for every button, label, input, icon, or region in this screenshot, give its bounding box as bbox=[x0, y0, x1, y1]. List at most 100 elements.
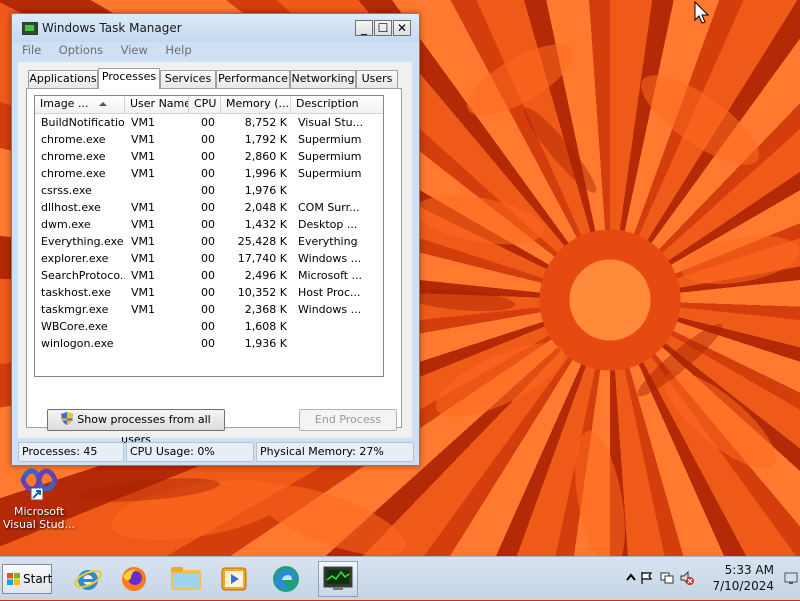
show-hidden-icons-icon[interactable] bbox=[624, 571, 638, 585]
tab-performance[interactable]: Performance bbox=[216, 70, 290, 88]
column-cpu[interactable]: CPU bbox=[189, 96, 221, 113]
table-row[interactable]: SearchProtoco... VM1 00 2,496 K Microsoft ..… bbox=[35, 267, 383, 284]
process-image-name: BuildNotificatio... bbox=[41, 116, 125, 129]
process-memory: 2,860 K bbox=[244, 150, 287, 163]
process-memory: 1,432 K bbox=[244, 218, 287, 231]
task-manager-window[interactable]: Windows Task Manager _ ☐ ✕ File Options … bbox=[11, 13, 420, 466]
sort-up-icon bbox=[99, 102, 107, 106]
table-row[interactable]: chrome.exe VM1 00 1,996 K Supermium bbox=[35, 165, 383, 182]
action-center-flag-icon[interactable] bbox=[640, 571, 654, 585]
list-header: Image ... User Name CPU Memory (... Desc… bbox=[35, 96, 383, 114]
table-row[interactable]: BuildNotificatio... VM1 00 8,752 K Visual St… bbox=[35, 114, 383, 131]
process-memory: 1,936 K bbox=[244, 337, 287, 350]
menu-help[interactable]: Help bbox=[165, 43, 191, 57]
tab-networking[interactable]: Networking bbox=[290, 70, 356, 88]
uac-shield-icon bbox=[61, 412, 74, 425]
process-memory: 25,428 K bbox=[237, 235, 287, 248]
column-memory[interactable]: Memory (... bbox=[221, 96, 291, 113]
process-user-name: VM1 bbox=[131, 218, 156, 231]
process-description: Supermium bbox=[298, 167, 362, 180]
process-image-name: chrome.exe bbox=[41, 133, 106, 146]
task-manager-icon bbox=[22, 22, 38, 35]
process-memory: 2,368 K bbox=[244, 303, 287, 316]
clock[interactable]: 5:33 AM 7/10/2024 bbox=[712, 562, 774, 594]
table-row[interactable]: taskhost.exe VM1 00 10,352 K Host Proc... bbox=[35, 284, 383, 301]
process-image-name: dwm.exe bbox=[41, 218, 91, 231]
taskbar-media-player[interactable] bbox=[216, 561, 252, 597]
tab-services[interactable]: Services bbox=[160, 70, 216, 88]
column-user-name[interactable]: User Name bbox=[125, 96, 189, 113]
process-image-name: explorer.exe bbox=[41, 252, 109, 265]
minimize-button[interactable]: _ bbox=[355, 20, 373, 36]
process-cpu: 00 bbox=[201, 320, 215, 333]
process-description: Everything bbox=[298, 235, 358, 248]
table-row[interactable]: csrss.exe 00 1,976 K bbox=[35, 182, 383, 199]
table-row[interactable]: dwm.exe VM1 00 1,432 K Desktop ... bbox=[35, 216, 383, 233]
process-cpu: 00 bbox=[201, 269, 215, 282]
menu-options[interactable]: Options bbox=[59, 43, 103, 57]
process-description: Desktop ... bbox=[298, 218, 358, 231]
end-process-button[interactable]: End Process bbox=[299, 409, 397, 431]
process-user-name: VM1 bbox=[131, 235, 156, 248]
process-cpu: 00 bbox=[201, 133, 215, 146]
tab-users[interactable]: Users bbox=[356, 70, 398, 88]
status-cpu-usage: CPU Usage: 0% bbox=[126, 442, 254, 462]
table-row[interactable]: chrome.exe VM1 00 2,860 K Supermium bbox=[35, 148, 383, 165]
process-cpu: 00 bbox=[201, 201, 215, 214]
process-image-name: chrome.exe bbox=[41, 167, 106, 180]
process-user-name: VM1 bbox=[131, 201, 156, 214]
menu-file[interactable]: File bbox=[22, 43, 41, 57]
clock-date: 7/10/2024 bbox=[712, 579, 774, 593]
menu-bar: File Options View Help bbox=[22, 43, 206, 61]
maximize-button[interactable]: ☐ bbox=[374, 20, 392, 36]
process-description: Microsoft ... bbox=[298, 269, 363, 282]
windows-logo-icon bbox=[7, 573, 20, 585]
process-memory: 2,496 K bbox=[244, 269, 287, 282]
menu-view[interactable]: View bbox=[121, 43, 148, 57]
network-icon[interactable] bbox=[660, 571, 674, 585]
process-image-name: SearchProtoco... bbox=[41, 269, 125, 282]
process-list[interactable]: Image ... User Name CPU Memory (... Desc… bbox=[34, 95, 384, 377]
process-user-name: VM1 bbox=[131, 167, 156, 180]
process-cpu: 00 bbox=[201, 218, 215, 231]
file-explorer-icon bbox=[171, 567, 201, 590]
show-desktop-icon[interactable] bbox=[784, 571, 798, 585]
process-cpu: 00 bbox=[201, 337, 215, 350]
tab-processes[interactable]: Processes bbox=[98, 68, 160, 89]
media-player-icon bbox=[221, 567, 247, 591]
window-titlebar[interactable]: Windows Task Manager _ ☐ ✕ bbox=[12, 14, 419, 42]
table-row[interactable]: WBCore.exe 00 1,608 K bbox=[35, 318, 383, 335]
start-button[interactable]: Start bbox=[2, 564, 52, 594]
close-button[interactable]: ✕ bbox=[393, 20, 411, 36]
table-row[interactable]: taskmgr.exe VM1 00 2,368 K Windows ... bbox=[35, 301, 383, 318]
process-image-name: taskmgr.exe bbox=[41, 303, 109, 316]
process-memory: 1,996 K bbox=[244, 167, 287, 180]
status-bar: Processes: 45 CPU Usage: 0% Physical Mem… bbox=[18, 442, 414, 462]
table-row[interactable]: explorer.exe VM1 00 17,740 K Windows ... bbox=[35, 250, 383, 267]
column-description[interactable]: Description bbox=[291, 96, 383, 113]
taskbar-task-manager[interactable] bbox=[318, 561, 358, 597]
process-memory: 17,740 K bbox=[237, 252, 287, 265]
taskbar-firefox[interactable] bbox=[116, 561, 152, 597]
column-image-name[interactable]: Image ... bbox=[35, 96, 125, 113]
table-row[interactable]: winlogon.exe 00 1,936 K bbox=[35, 335, 383, 352]
desktop-icon-visual-studio[interactable]: Microsoft Visual Stud... bbox=[2, 466, 76, 531]
table-row[interactable]: chrome.exe VM1 00 1,792 K Supermium bbox=[35, 131, 383, 148]
show-all-processes-button[interactable]: Show processes from all users bbox=[47, 409, 225, 446]
volume-muted-icon[interactable] bbox=[680, 571, 694, 585]
process-image-name: Everything.exe bbox=[41, 235, 124, 248]
process-memory: 1,976 K bbox=[244, 184, 287, 197]
table-row[interactable]: dllhost.exe VM1 00 2,048 K COM Surr... bbox=[35, 199, 383, 216]
taskbar-internet-explorer[interactable] bbox=[70, 561, 106, 597]
taskbar-edge[interactable] bbox=[268, 561, 304, 597]
process-user-name: VM1 bbox=[131, 269, 156, 282]
process-image-name: winlogon.exe bbox=[41, 337, 114, 350]
taskbar-file-explorer[interactable] bbox=[168, 561, 204, 597]
process-image-name: WBCore.exe bbox=[41, 320, 108, 333]
process-cpu: 00 bbox=[201, 116, 215, 129]
process-description: Windows ... bbox=[298, 303, 362, 316]
mouse-cursor-icon bbox=[694, 0, 710, 24]
tab-applications[interactable]: Applications bbox=[28, 70, 98, 88]
table-row[interactable]: Everything.exe VM1 00 25,428 K Everything bbox=[35, 233, 383, 250]
process-image-name: chrome.exe bbox=[41, 150, 106, 163]
